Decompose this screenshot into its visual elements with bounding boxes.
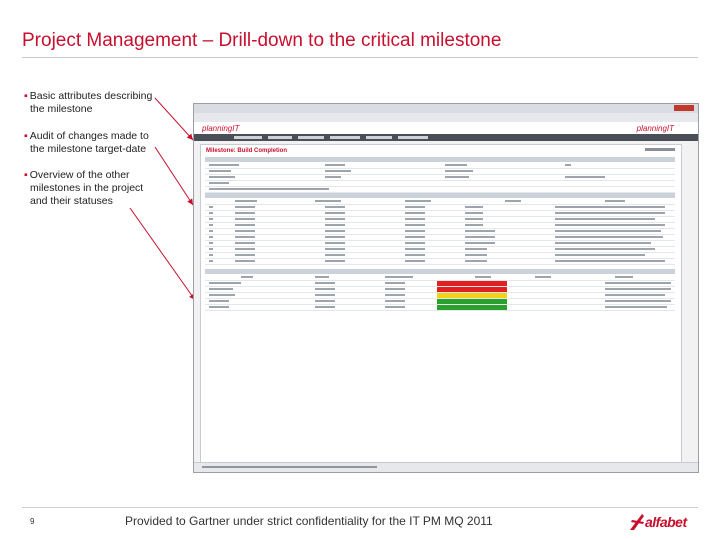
change-history-header [205,193,675,198]
brand-logo: planningIT [636,124,674,133]
milestone-status-cell [437,293,507,298]
arrow-milestone-overview [129,207,196,301]
app-screenshot: planningIT planningIT Milestone: Build C… [193,103,699,473]
app-logo: planningIT [202,124,240,133]
milestone-page-title: Milestone: Build Completion [206,148,287,154]
app-menubar [194,134,698,141]
page-number: 9 [30,517,35,526]
milestone-status-cell [437,305,507,310]
footer-divider [22,507,698,508]
arrow-basic-attributes [154,97,194,141]
change-history-grid [205,199,675,265]
arrow-audit-changes [154,146,194,206]
basic-attributes-grid [205,163,675,193]
milestone-status-cell [437,281,507,286]
milestone-page: Milestone: Build Completion [200,144,682,466]
page-action-link [645,148,675,151]
browser-statusbar [194,462,698,472]
brand-wordmark: alfabet [645,514,687,530]
app-header: planningIT planningIT [194,122,698,134]
brand-swoosh-icon [630,514,644,530]
basic-attributes-header [205,157,675,162]
window-controls-icon [674,105,694,111]
associated-milestones-header [205,269,675,274]
confidentiality-footer: Provided to Gartner under strict confide… [125,514,493,528]
milestone-status-cell [437,287,507,292]
brand-logo-footer: alfabet [628,510,698,532]
milestone-status-cell [437,299,507,304]
